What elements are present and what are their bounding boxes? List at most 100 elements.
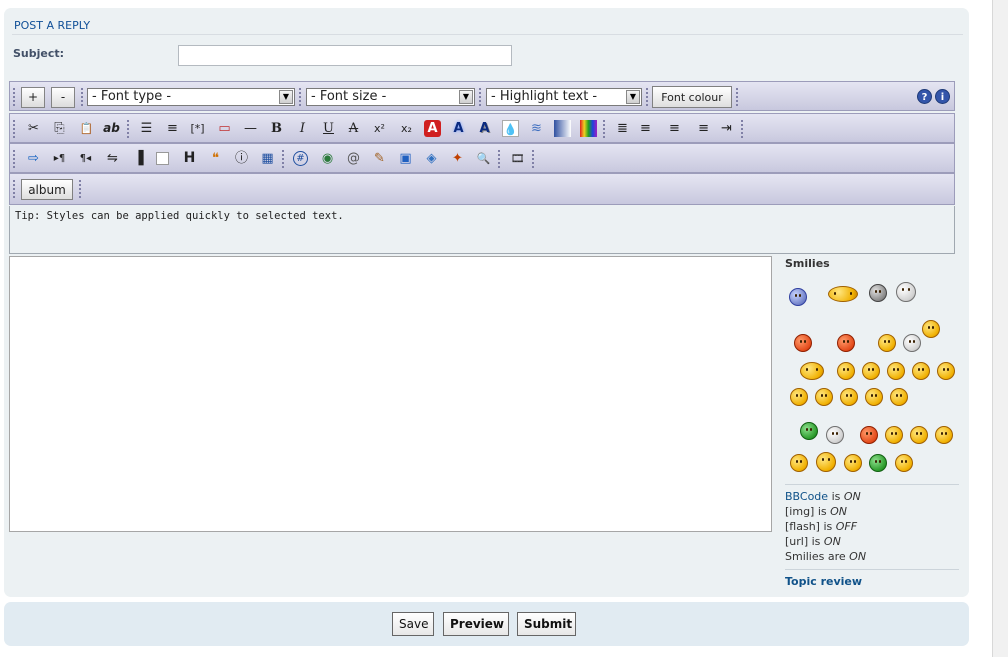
superscript-icon[interactable]: x² [371,120,388,137]
smiley-icon[interactable] [865,388,883,406]
horizontal-rule-icon[interactable]: — [242,120,259,137]
info-box-icon[interactable]: ⓘ [233,150,250,167]
smiley-icon[interactable] [885,426,903,444]
toolbar-grip[interactable] [736,88,739,106]
numbered-list-icon[interactable]: ≡ [164,120,181,137]
toolbar-grip[interactable] [282,150,285,168]
album-button[interactable]: album [21,179,73,200]
smiley-icon[interactable] [815,388,833,406]
toolbar-grip[interactable] [13,180,16,198]
cut-icon[interactable]: ✂ [25,120,42,137]
smiley-icon[interactable] [910,426,928,444]
toolbar-grip[interactable] [646,88,649,106]
smiley-icon[interactable] [922,320,940,338]
video-icon[interactable]: 🎞 [509,150,526,167]
email-icon[interactable]: @ [345,150,362,167]
smiley-icon[interactable] [844,454,862,472]
bbcode-link[interactable]: BBCode [785,490,828,503]
toolbar-grip[interactable] [79,180,82,198]
save-button[interactable]: Save [392,612,434,636]
smiley-icon[interactable] [862,362,880,380]
smiley-icon[interactable] [837,362,855,380]
submit-button[interactable]: Submit [517,612,576,636]
spellcheck-icon[interactable]: ab [103,120,120,137]
align-center-icon[interactable]: ≡ [666,120,683,137]
smiley-icon[interactable] [887,362,905,380]
justify-icon[interactable]: ≣ [614,120,631,137]
subject-input[interactable] [178,45,512,66]
smiley-icon[interactable] [869,454,887,472]
sidebar-icon[interactable]: ▐ [130,150,147,167]
anchor-icon[interactable]: # [293,151,308,166]
flash-icon[interactable]: ◈ [423,150,440,167]
toolbar-grip[interactable] [479,88,482,106]
smiley-icon[interactable] [794,334,812,352]
smiley-icon[interactable] [869,284,887,302]
spoiler-icon[interactable] [156,152,169,165]
smiley-icon[interactable] [826,426,844,444]
text-shadow-icon[interactable]: A [476,120,493,137]
list-item-icon[interactable]: [*] [189,120,206,137]
font-type-select[interactable]: - Font type - ▼ [87,88,295,106]
rtl-icon[interactable]: ¶◂ [77,150,94,167]
indent-icon[interactable]: ⇥ [718,120,735,137]
smiley-icon[interactable] [937,362,955,380]
align-left-icon[interactable]: ≡ [640,120,657,137]
text-outline-icon[interactable]: A [424,120,441,137]
help-icon[interactable]: ? [917,89,932,104]
strikethrough-icon[interactable]: A [345,120,362,137]
subscript-icon[interactable]: x₂ [398,120,415,137]
ltr-icon[interactable]: ▸¶ [51,150,68,167]
highlight-text-select[interactable]: - Highlight text - ▼ [486,88,642,106]
message-textarea[interactable] [9,256,772,532]
marquee-icon[interactable]: ⇨ [25,150,42,167]
toolbar-grip[interactable] [13,150,16,168]
smiley-icon[interactable] [860,426,878,444]
topic-review-link[interactable]: Topic review [785,575,862,588]
toolbar-grip[interactable] [81,88,84,106]
image-icon[interactable]: ▣ [397,150,414,167]
paste-icon[interactable]: 📋 [78,120,95,137]
toolbar-grip[interactable] [603,120,606,138]
smiley-icon[interactable] [895,454,913,472]
zoom-icon[interactable]: 🔍 [475,150,492,167]
align-right-icon[interactable]: ≡ [692,120,709,137]
smiley-icon[interactable] [903,334,921,352]
text-glow-icon[interactable]: A [450,120,467,137]
transparency-icon[interactable]: 💧 [502,120,519,137]
decrease-size-button[interactable]: - [51,87,75,108]
smiley-icon[interactable] [800,422,818,440]
toolbar-grip[interactable] [498,150,501,168]
smiley-icon[interactable] [800,362,824,380]
italic-icon[interactable]: I [294,120,311,137]
toolbar-grip[interactable] [532,150,535,168]
quote-box-icon[interactable]: ▭ [216,120,233,137]
underline-icon[interactable]: U [320,120,337,137]
attachment-icon[interactable]: ✎ [371,150,388,167]
toolbar-grip[interactable] [741,120,744,138]
smiley-icon[interactable] [790,454,808,472]
smiley-icon[interactable] [828,286,858,302]
smiley-icon[interactable] [912,362,930,380]
smiley-icon[interactable] [935,426,953,444]
page-scrollbar[interactable] [992,0,1008,657]
offtopic-icon[interactable]: ⇋ [104,150,121,167]
toolbar-grip[interactable] [13,120,16,138]
smiley-icon[interactable] [890,388,908,406]
gradient-icon[interactable] [554,120,571,137]
smiley-icon[interactable] [840,388,858,406]
wave-icon[interactable]: ≋ [528,120,545,137]
toolbar-grip[interactable] [127,120,130,138]
font-colour-button[interactable]: Font colour [652,86,732,108]
smiley-icon[interactable] [816,452,836,472]
bold-icon[interactable]: B [268,120,285,137]
heading-icon[interactable]: H [181,150,198,167]
smiley-icon[interactable] [789,288,807,306]
increase-size-button[interactable]: + [21,87,45,108]
copy-icon[interactable]: ⎘ [51,120,68,137]
smiley-icon[interactable] [790,388,808,406]
quote-icon[interactable]: ❝ [207,150,224,167]
info-icon[interactable]: i [935,89,950,104]
rainbow-icon[interactable] [580,120,597,137]
bullet-list-icon[interactable]: ☰ [138,120,155,137]
